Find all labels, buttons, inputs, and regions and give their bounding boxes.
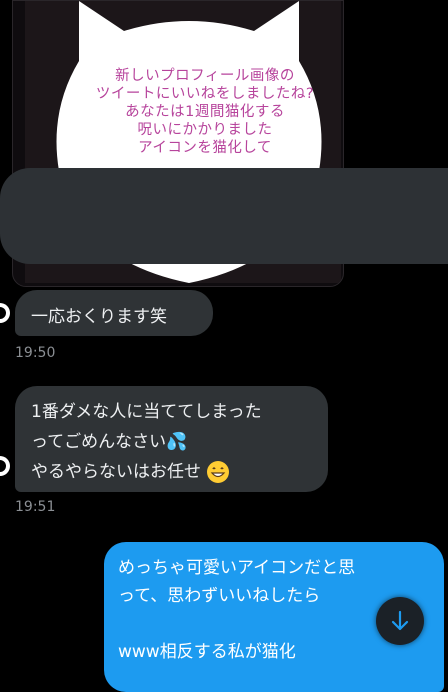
handwriting-line: アイコンを猫化して [138,140,272,156]
message-line: 1番ダメな人に当ててしまった [31,402,262,422]
message-line: www相反する私が猫化 [118,642,296,662]
received-message-bubble[interactable]: 一応おくります笑 [15,290,213,336]
redaction-bar [0,168,448,264]
received-message-bubble[interactable]: 1番ダメな人に当ててしまった ってごめんなさい💦 やるやらないはお任せ [15,386,328,492]
handwriting-line: ツイートにいいねをしましたね? [95,86,315,102]
handwriting-line: 新しいプロフィール画像の [115,68,295,84]
handwriting-line: 呪いにかかりました [137,122,273,138]
message-timestamp: 19:50 [15,345,56,361]
message-line: やるやらないはお任せ [31,462,201,482]
avatar-edge-icon[interactable] [0,303,10,323]
message-text: 一応おくります笑 [31,307,167,327]
message-line: めっちゃ可愛いアイコンだと思 [118,558,356,578]
message-line [118,610,355,638]
message-line: ってごめんなさい💦 [31,432,188,452]
message-timestamp: 19:51 [15,499,56,515]
handwritten-message: 新しいプロフィール画像の ツイートにいいねをしましたね? あなたは1週間猫化する… [85,67,325,157]
scroll-to-bottom-button[interactable] [376,597,424,645]
arrow-down-icon [391,610,409,631]
message-line: って、思わずいいねしたら [118,586,321,606]
grinning-face-emoji [207,461,230,483]
avatar-edge-icon[interactable] [0,456,10,476]
handwriting-line: あなたは1週間猫化する [125,104,285,120]
